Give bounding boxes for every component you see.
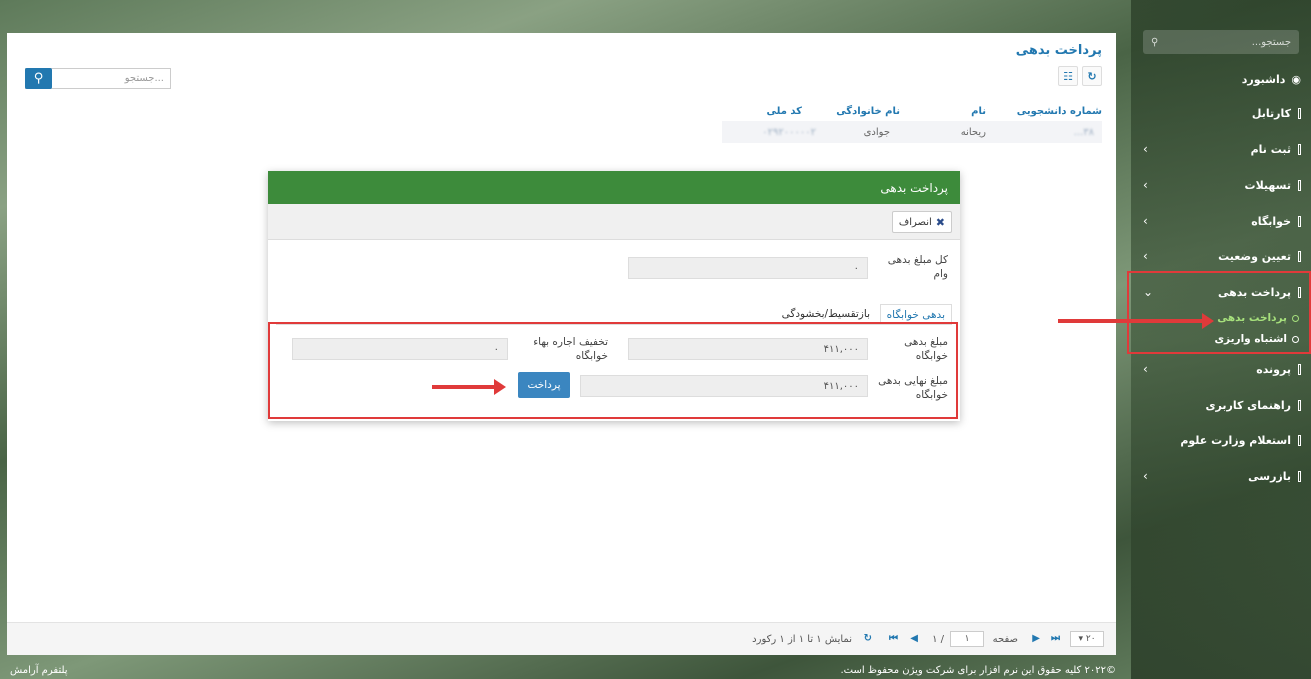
total-debt-field[interactable]: ۰ — [628, 257, 868, 279]
column-header-national-code[interactable]: کد ملی — [767, 106, 802, 117]
sidebar-item-status[interactable]: تعیین وضعیت › — [1131, 240, 1311, 272]
form-highlight-box — [268, 322, 958, 419]
brand-text: پلتفرم آرامش — [10, 665, 68, 676]
bar-icon — [1298, 179, 1301, 191]
sidebar-search-input[interactable]: جستجو... — [1252, 37, 1291, 48]
bar-icon — [1298, 363, 1301, 375]
search-input[interactable]: جستجو... — [52, 73, 170, 84]
cancel-button[interactable]: ✖ انصراف — [891, 211, 952, 233]
prev-page-icon[interactable]: ◀ — [910, 633, 918, 644]
bar-icon — [1298, 434, 1301, 446]
cell-student-number: ۳۸... — [1073, 127, 1094, 138]
column-header-student-number[interactable]: شماره دانشجویی — [1017, 106, 1102, 117]
column-header-first-name[interactable]: نام — [971, 106, 986, 117]
sidebar-item-facilities[interactable]: تسهیلات › — [1131, 169, 1311, 201]
chevron-left-icon: › — [1143, 249, 1148, 263]
pager: ۲۰ ▾ ⏭ ▶ صفحه ۱ / ۱ ◀ ⏮ ↻ نمایش ۱ تا ۱ ا… — [7, 622, 1116, 655]
column-header-last-name[interactable]: نام خانوادگی — [836, 106, 900, 117]
last-page-icon[interactable]: ⏭ — [1051, 633, 1060, 644]
close-icon: ✖ — [935, 215, 945, 229]
search-icon: ⚲ — [1151, 36, 1159, 48]
sidebar-search[interactable]: جستجو... ⚲ — [1143, 30, 1299, 54]
cell-last-name: جوادی — [863, 127, 890, 138]
sidebar-item-inspection[interactable]: بازرسی › — [1131, 460, 1311, 492]
pager-refresh-icon[interactable]: ↻ — [864, 633, 872, 644]
page-title: پرداخت بدهی — [1015, 43, 1102, 58]
tab-reinstallment[interactable]: بازتقسیط/بخشودگی — [776, 304, 876, 324]
pay-arrow-annotation — [432, 379, 506, 395]
page-total: / ۱ — [932, 634, 944, 645]
sidebar-item-dormitory[interactable]: خوابگاه › — [1131, 205, 1311, 237]
cell-national-code: ۰۲۹۲۰۰۰۰۰۲ — [762, 127, 816, 138]
chevron-left-icon: › — [1143, 469, 1148, 483]
bar-icon — [1298, 250, 1301, 262]
search-icon: ⚲ — [33, 70, 44, 86]
dashboard-icon: ◉ — [1291, 72, 1301, 86]
first-page-icon[interactable]: ⏮ — [889, 633, 898, 644]
sidebar-item-kartable[interactable]: کارتابل — [1131, 97, 1311, 129]
chevron-left-icon: › — [1143, 362, 1148, 376]
refresh-icon: ↻ — [1087, 69, 1097, 83]
bar-icon — [1298, 143, 1301, 155]
sidebar-item-registration[interactable]: ثبت نام › — [1131, 133, 1311, 165]
chevron-left-icon: › — [1143, 142, 1148, 156]
sidebar-item-ministry-inquiry[interactable]: استعلام وزارت علوم — [1131, 424, 1311, 456]
grid-search[interactable]: ⚲ جستجو... — [25, 67, 171, 89]
list-icon: ☷ — [1063, 69, 1073, 83]
bar-icon — [1298, 470, 1301, 482]
total-debt-label: کل مبلغ بدهی وام — [887, 254, 948, 280]
bar-icon — [1298, 399, 1301, 411]
bar-icon — [1298, 107, 1301, 119]
sidebar-highlight-box — [1127, 271, 1311, 354]
refresh-button[interactable]: ↻ — [1082, 66, 1102, 86]
sidebar: جستجو... ⚲ ◉ داشبورد کارتابل ثبت نام › ت… — [1127, 0, 1311, 679]
dialog-title: پرداخت بدهی — [268, 171, 960, 204]
search-button[interactable]: ⚲ — [25, 67, 52, 89]
dialog-toolbar: ✖ انصراف — [268, 204, 960, 240]
sidebar-item-file[interactable]: پرونده › — [1131, 353, 1311, 385]
columns-button[interactable]: ☷ — [1058, 66, 1078, 86]
sidebar-arrow-annotation — [1058, 313, 1214, 329]
sidebar-item-user-guide[interactable]: راهنمای کاربری — [1131, 389, 1311, 421]
next-page-icon[interactable]: ▶ — [1032, 633, 1040, 644]
sidebar-item-dashboard[interactable]: ◉ داشبورد — [1131, 63, 1311, 95]
chevron-left-icon: › — [1143, 214, 1148, 228]
pager-summary: نمایش ۱ تا ۱ از ۱ رکورد — [752, 634, 852, 645]
copyright-text: ©۲۰۲۲ کلیه حقوق این نرم افزار برای شرکت … — [840, 665, 1116, 676]
page-label: صفحه — [992, 634, 1018, 645]
cell-first-name: ریحانه — [960, 127, 986, 138]
page-number-input[interactable]: ۱ — [950, 631, 984, 647]
chevron-left-icon: › — [1143, 178, 1148, 192]
bar-icon — [1298, 215, 1301, 227]
page-size-select[interactable]: ۲۰ ▾ — [1070, 631, 1104, 647]
tab-dorm-debt[interactable]: بدهی خوابگاه — [879, 304, 952, 324]
